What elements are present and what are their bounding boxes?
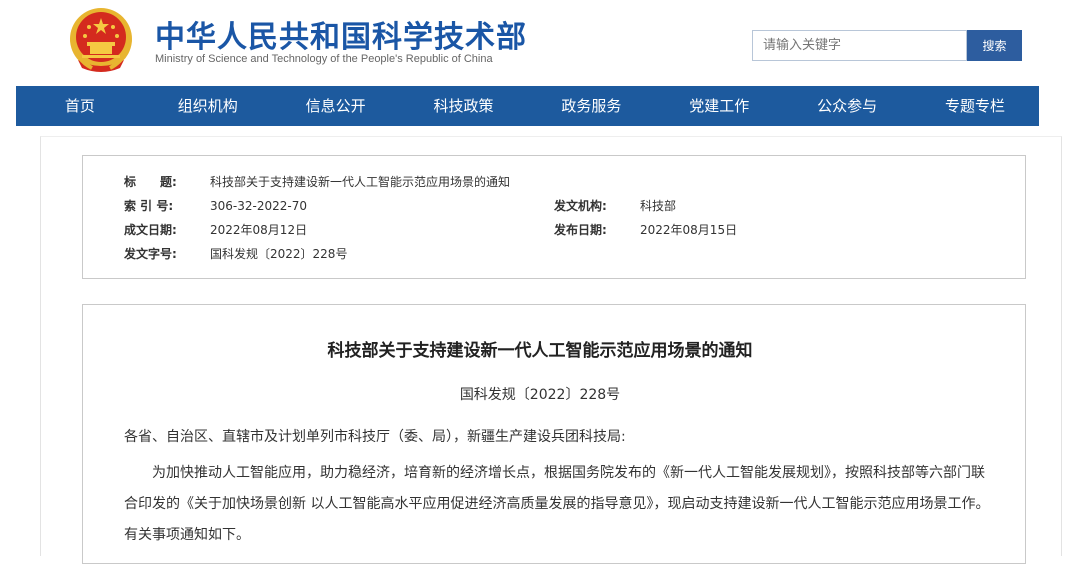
meta-title-row: 标 题: 科技部关于支持建设新一代人工智能示范应用场景的通知	[124, 173, 510, 190]
site-subtitle: Ministry of Science and Technology of th…	[155, 53, 493, 65]
search-input[interactable]	[752, 30, 967, 61]
nav-item-home[interactable]: 首页	[16, 86, 144, 126]
nav-item-public[interactable]: 公众参与	[783, 86, 911, 126]
document-title: 科技部关于支持建设新一代人工智能示范应用场景的通知	[327, 341, 753, 361]
nav-item-information[interactable]: 信息公开	[272, 86, 400, 126]
nav-item-organization[interactable]: 组织机构	[144, 86, 272, 126]
meta-index-value: 306-32-2022-70	[210, 199, 307, 213]
meta-docno-value: 国科发规〔2022〕228号	[210, 247, 348, 261]
national-emblem-icon[interactable]	[68, 6, 134, 76]
document-paragraph-line: 合印发的《关于加快场景创新 以人工智能高水平应用促进经济高质量发展的指导意见》，…	[124, 496, 990, 512]
meta-title-value: 科技部关于支持建设新一代人工智能示范应用场景的通知	[210, 175, 511, 189]
document-salutation: 各省、自治区、直辖市及计划单列市科技厅（委、局），新疆生产建设兵团科技局:	[124, 429, 626, 445]
meta-created-label: 成文日期:	[124, 223, 177, 237]
meta-index-row: 索 引 号: 306-32-2022-70	[124, 197, 307, 214]
meta-docno-row: 发文字号: 国科发规〔2022〕228号	[124, 245, 347, 262]
nav-item-party[interactable]: 党建工作	[655, 86, 783, 126]
document-paragraph-line: 为加快推动人工智能应用，助力稳经济，培育新的经济增长点，根据国务院发布的《新一代…	[152, 465, 985, 481]
nav-item-policy[interactable]: 科技政策	[400, 86, 528, 126]
site-title[interactable]: 中华人民共和国科学技术部	[155, 12, 527, 56]
meta-published-label: 发布日期:	[554, 223, 607, 237]
meta-title-label: 标 题:	[124, 175, 177, 189]
meta-issuer-row: 发文机构: 科技部	[554, 197, 676, 214]
main-nav: 首页 组织机构 信息公开 科技政策 政务服务 党建工作 公众参与 专题专栏	[16, 86, 1039, 126]
document-number: 国科发规〔2022〕228号	[459, 387, 621, 403]
meta-published-value: 2022年08月15日	[640, 223, 738, 237]
meta-created-row: 成文日期: 2022年08月12日	[124, 221, 307, 238]
meta-index-label: 索 引 号:	[124, 199, 174, 213]
nav-item-topics[interactable]: 专题专栏	[911, 86, 1039, 126]
site-header: 中华人民共和国科学技术部 Ministry of Science and Tec…	[0, 0, 1080, 86]
meta-created-value: 2022年08月12日	[210, 223, 308, 237]
meta-issuer-value: 科技部	[640, 199, 677, 213]
meta-issuer-label: 发文机构:	[554, 199, 607, 213]
nav-item-services[interactable]: 政务服务	[528, 86, 656, 126]
search-button[interactable]: 搜索	[967, 30, 1022, 61]
meta-docno-label: 发文字号:	[124, 247, 177, 261]
document-paragraph-line: 有关事项通知如下。	[124, 527, 250, 543]
meta-published-row: 发布日期: 2022年08月15日	[554, 221, 737, 238]
